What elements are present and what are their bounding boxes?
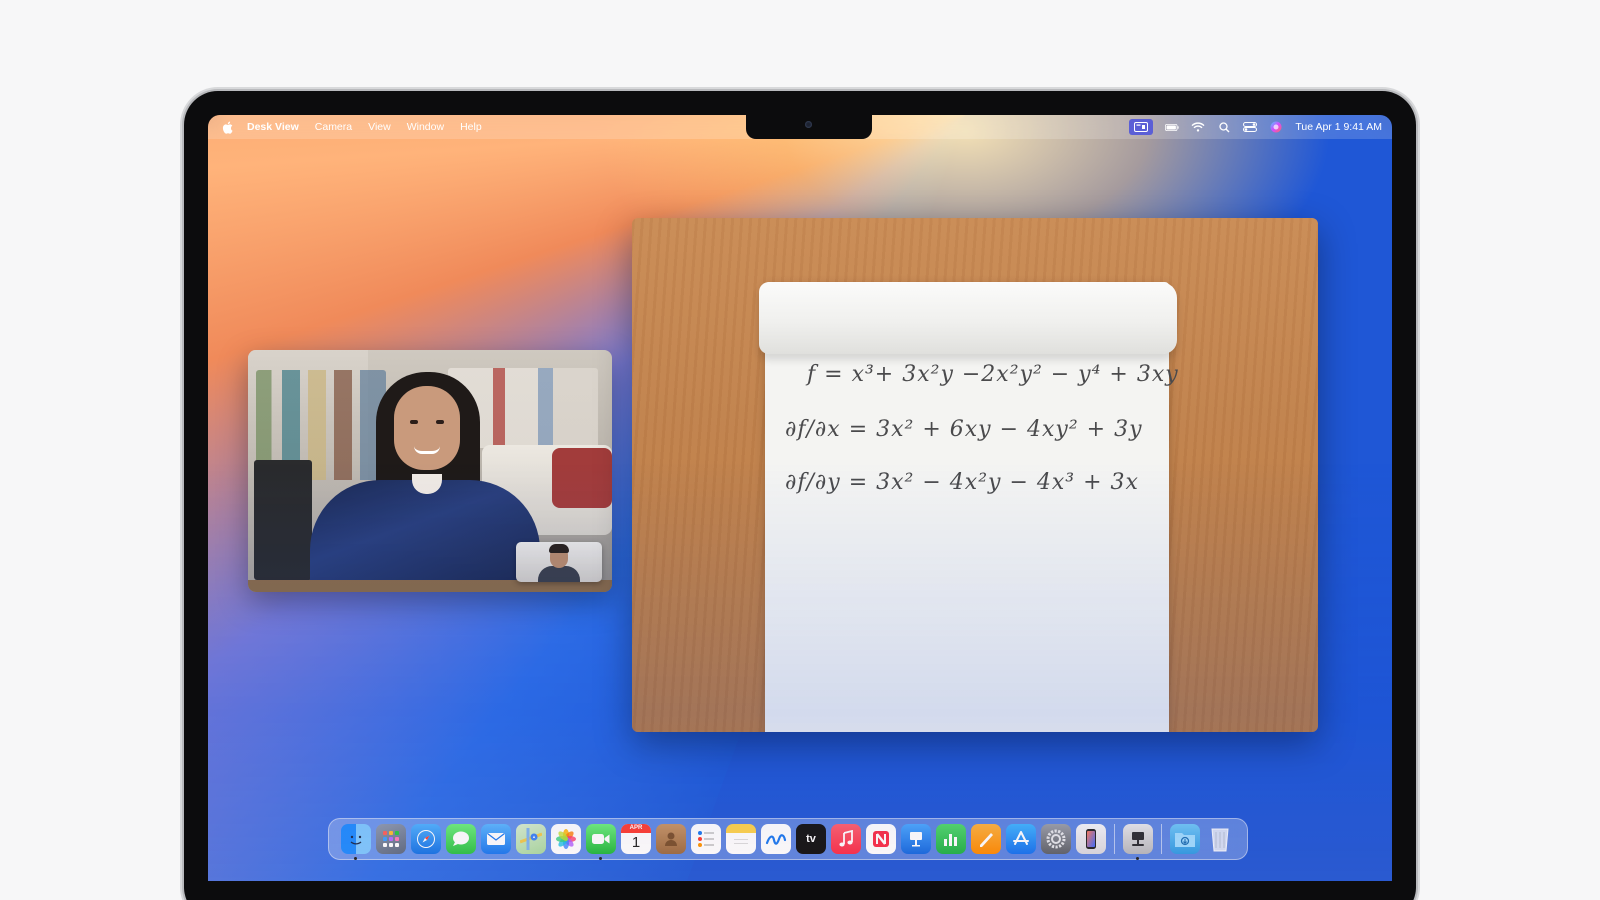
notes-icon[interactable] <box>726 824 756 854</box>
self-view-body <box>538 566 580 582</box>
dock-separator-2 <box>1161 824 1162 854</box>
battery-icon[interactable] <box>1165 121 1180 133</box>
dock: APR 1 tv <box>328 818 1248 860</box>
app-store-icon[interactable] <box>1006 824 1036 854</box>
desk-view-window[interactable]: f = x³+ 3x²y −2x²y² − y⁴ + 3xy ∂f/∂x = 3… <box>632 218 1318 732</box>
finder-icon[interactable] <box>341 824 371 860</box>
equation-partial-y: ∂f/∂y = 3x² − 4x²y − 4x³ + 3x <box>785 470 1139 495</box>
dock-separator <box>1114 824 1115 854</box>
menu-window[interactable]: Window <box>399 115 452 139</box>
menu-bar-left: Desk View Camera View Window Help <box>208 115 490 139</box>
control-center-icon[interactable] <box>1243 121 1258 133</box>
reminders-icon[interactable] <box>691 824 721 854</box>
caller-eye-right <box>436 420 444 424</box>
menu-app-name[interactable]: Desk View <box>239 115 307 139</box>
photos-icon[interactable] <box>551 824 581 854</box>
news-icon[interactable] <box>866 824 896 854</box>
trash-icon[interactable] <box>1205 824 1235 854</box>
iphone-mirroring-icon[interactable] <box>1076 824 1106 854</box>
notepad-rolled-top <box>759 282 1177 354</box>
freeform-icon[interactable] <box>761 824 791 854</box>
mail-icon[interactable] <box>481 824 511 854</box>
self-view-pip[interactable] <box>516 542 602 582</box>
siri-icon[interactable] <box>1269 121 1283 133</box>
finder-running-dot <box>354 857 357 860</box>
video-cabinet <box>254 460 312 580</box>
macbook-bezel: Desk View Camera View Window Help Tue Ap… <box>184 91 1416 900</box>
equation-partial-x: ∂f/∂x = 3x² + 6xy − 4xy² + 3y <box>785 417 1143 442</box>
facetime-video-window[interactable] <box>248 350 612 592</box>
facetime-icon[interactable] <box>586 824 616 860</box>
menu-bar-clock[interactable]: Tue Apr 1 9:41 AM <box>1295 121 1382 133</box>
menu-help[interactable]: Help <box>452 115 490 139</box>
video-effects-status-icon[interactable] <box>1129 119 1154 135</box>
camera-notch <box>746 115 872 139</box>
downloads-folder-icon[interactable] <box>1170 824 1200 854</box>
maps-icon[interactable] <box>516 824 546 854</box>
caller-eye-left <box>410 420 418 424</box>
contacts-icon[interactable] <box>656 824 686 854</box>
menu-bar-right: Tue Apr 1 9:41 AM <box>1123 115 1392 139</box>
self-view-hair <box>549 544 569 553</box>
caller-face <box>394 386 460 470</box>
music-icon[interactable] <box>831 824 861 854</box>
calendar-day: 1 <box>631 834 641 851</box>
keynote-icon[interactable] <box>901 824 931 854</box>
menu-view[interactable]: View <box>360 115 399 139</box>
notepad-paper: f = x³+ 3x²y −2x²y² − y⁴ + 3xy ∂f/∂x = 3… <box>759 282 1178 732</box>
apple-tv-label: tv <box>806 833 816 845</box>
desk-view-running-dot <box>1136 857 1139 860</box>
caller-sweater <box>310 480 540 592</box>
numbers-icon[interactable] <box>936 824 966 854</box>
pages-icon[interactable] <box>971 824 1001 854</box>
apple-tv-icon[interactable]: tv <box>796 824 826 854</box>
safari-icon[interactable] <box>411 824 441 854</box>
launchpad-icon[interactable] <box>376 824 406 854</box>
calendar-icon[interactable]: APR 1 <box>621 824 651 854</box>
desk-view-icon[interactable] <box>1123 824 1153 860</box>
messages-icon[interactable] <box>446 824 476 854</box>
video-blanket <box>552 448 612 508</box>
spotlight-search-icon[interactable] <box>1217 121 1231 133</box>
desktop-screen: Desk View Camera View Window Help Tue Ap… <box>208 115 1392 881</box>
wifi-icon[interactable] <box>1191 121 1205 133</box>
menu-camera[interactable]: Camera <box>307 115 360 139</box>
system-settings-icon[interactable] <box>1041 824 1071 854</box>
facetime-running-dot <box>599 857 602 860</box>
equation-function: f = x³+ 3x²y −2x²y² − y⁴ + 3xy <box>807 362 1179 387</box>
calendar-month: APR <box>621 824 651 833</box>
caller-smile <box>414 446 440 454</box>
apple-menu-icon[interactable] <box>222 121 233 134</box>
